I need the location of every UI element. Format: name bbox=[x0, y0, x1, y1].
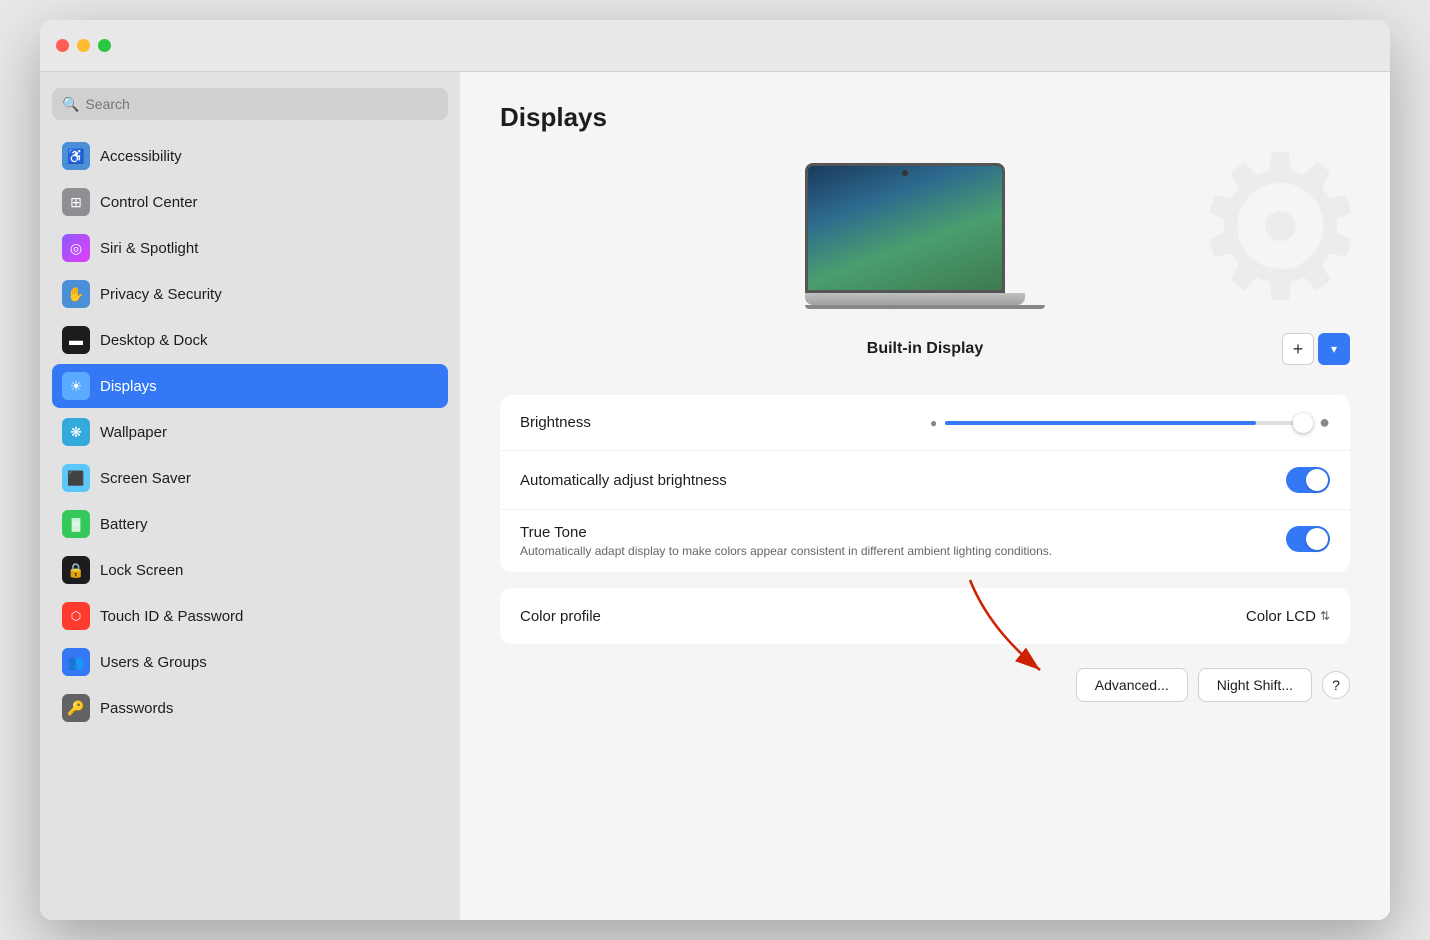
sidebar-item-passwords[interactable]: 🔑 Passwords bbox=[52, 686, 448, 730]
display-label-row: Built-in Display + ▾ bbox=[500, 333, 1350, 365]
sidebar-item-label: Users & Groups bbox=[100, 654, 207, 671]
sidebar-item-label: Passwords bbox=[100, 700, 173, 717]
sidebar-item-label: Displays bbox=[100, 378, 157, 395]
color-profile-label: Color profile bbox=[520, 608, 1246, 625]
color-profile-select[interactable]: Color LCD ⇅ bbox=[1246, 608, 1330, 625]
sidebar-item-label: Control Center bbox=[100, 194, 198, 211]
brightness-high-icon: ● bbox=[1319, 412, 1330, 433]
action-area: Advanced... Night Shift... ? bbox=[500, 660, 1350, 702]
sidebar-item-label: Privacy & Security bbox=[100, 286, 222, 303]
lock-screen-icon: 🔒 bbox=[62, 556, 90, 584]
display-name: Built-in Display bbox=[783, 340, 1066, 358]
macbook-base bbox=[805, 293, 1025, 305]
search-bar[interactable]: 🔍 bbox=[52, 88, 448, 120]
sidebar-item-screen-saver[interactable]: ⬛ Screen Saver bbox=[52, 456, 448, 500]
display-dropdown-button[interactable]: ▾ bbox=[1318, 333, 1350, 365]
true-tone-row: True Tone Automatically adapt display to… bbox=[500, 510, 1350, 572]
main-content: ⚙ Displays Built-in Display + ▾ bbox=[460, 72, 1390, 920]
accessibility-icon: ♿ bbox=[62, 142, 90, 170]
true-tone-label-group: True Tone Automatically adapt display to… bbox=[520, 524, 1286, 558]
touch-id-icon: ⬡ bbox=[62, 602, 90, 630]
sidebar-item-touch-id[interactable]: ⬡ Touch ID & Password bbox=[52, 594, 448, 638]
sidebar-item-privacy-security[interactable]: ✋ Privacy & Security bbox=[52, 272, 448, 316]
auto-brightness-label: Automatically adjust brightness bbox=[520, 472, 1286, 489]
desktop-dock-icon: ▬ bbox=[62, 326, 90, 354]
sidebar-item-control-center[interactable]: ⊞ Control Center bbox=[52, 180, 448, 224]
screen-saver-icon: ⬛ bbox=[62, 464, 90, 492]
sidebar-item-label: Battery bbox=[100, 516, 148, 533]
brightness-slider-container: ● ● bbox=[930, 412, 1330, 433]
display-preview-section: Built-in Display + ▾ bbox=[500, 163, 1350, 365]
help-button[interactable]: ? bbox=[1322, 671, 1350, 699]
sidebar-item-siri-spotlight[interactable]: ◎ Siri & Spotlight bbox=[52, 226, 448, 270]
color-profile-row: Color profile Color LCD ⇅ bbox=[500, 588, 1350, 644]
macbook-preview bbox=[805, 163, 1045, 309]
true-tone-desc: Automatically adapt display to make colo… bbox=[520, 544, 1286, 558]
content-area: 🔍 ♿ Accessibility ⊞ Control Center ◎ bbox=[40, 72, 1390, 920]
color-profile-value: Color LCD bbox=[1246, 608, 1316, 625]
passwords-icon: 🔑 bbox=[62, 694, 90, 722]
add-display-button[interactable]: + bbox=[1282, 333, 1314, 365]
brightness-low-icon: ● bbox=[930, 416, 937, 430]
search-input[interactable] bbox=[85, 96, 438, 112]
title-bar bbox=[40, 20, 1390, 72]
sidebar-item-lock-screen[interactable]: 🔒 Lock Screen bbox=[52, 548, 448, 592]
brightness-card: Brightness ● ● Automatically adjust brig… bbox=[500, 395, 1350, 572]
minimize-button[interactable] bbox=[77, 39, 90, 52]
sidebar-item-wallpaper[interactable]: ❋ Wallpaper bbox=[52, 410, 448, 454]
sidebar-item-label: Lock Screen bbox=[100, 562, 183, 579]
sidebar-item-accessibility[interactable]: ♿ Accessibility bbox=[52, 134, 448, 178]
search-icon: 🔍 bbox=[62, 96, 79, 113]
sidebar-item-displays[interactable]: ☀ Displays bbox=[52, 364, 448, 408]
color-profile-card: Color profile Color LCD ⇅ bbox=[500, 588, 1350, 644]
sidebar: 🔍 ♿ Accessibility ⊞ Control Center ◎ bbox=[40, 72, 460, 920]
control-center-icon: ⊞ bbox=[62, 188, 90, 216]
sidebar-item-label: Desktop & Dock bbox=[100, 332, 208, 349]
night-shift-button[interactable]: Night Shift... bbox=[1198, 668, 1312, 702]
sidebar-item-battery[interactable]: ▓ Battery bbox=[52, 502, 448, 546]
siri-icon: ◎ bbox=[62, 234, 90, 262]
sidebar-item-label: Touch ID & Password bbox=[100, 608, 243, 625]
close-button[interactable] bbox=[56, 39, 69, 52]
users-icon: 👥 bbox=[62, 648, 90, 676]
macbook-screen bbox=[805, 163, 1005, 293]
maximize-button[interactable] bbox=[98, 39, 111, 52]
sidebar-item-label: Screen Saver bbox=[100, 470, 191, 487]
sidebar-item-users-groups[interactable]: 👥 Users & Groups bbox=[52, 640, 448, 684]
brightness-slider-fill bbox=[945, 421, 1256, 425]
brightness-slider-thumb[interactable] bbox=[1293, 413, 1313, 433]
auto-brightness-toggle[interactable] bbox=[1286, 467, 1330, 493]
brightness-label: Brightness bbox=[520, 414, 930, 431]
sidebar-item-desktop-dock[interactable]: ▬ Desktop & Dock bbox=[52, 318, 448, 362]
auto-brightness-row: Automatically adjust brightness bbox=[500, 451, 1350, 510]
macbook-bottom bbox=[805, 305, 1045, 309]
system-settings-window: 🔍 ♿ Accessibility ⊞ Control Center ◎ bbox=[40, 20, 1390, 920]
battery-icon: ▓ bbox=[62, 510, 90, 538]
sidebar-item-label: Accessibility bbox=[100, 148, 182, 165]
brightness-row: Brightness ● ● bbox=[500, 395, 1350, 451]
displays-icon: ☀ bbox=[62, 372, 90, 400]
privacy-icon: ✋ bbox=[62, 280, 90, 308]
page-title: Displays bbox=[500, 102, 1350, 133]
action-row: Advanced... Night Shift... ? bbox=[500, 668, 1350, 702]
wallpaper-icon: ❋ bbox=[62, 418, 90, 446]
sidebar-item-label: Wallpaper bbox=[100, 424, 167, 441]
true-tone-toggle[interactable] bbox=[1286, 526, 1330, 552]
advanced-button[interactable]: Advanced... bbox=[1076, 668, 1188, 702]
true-tone-label: True Tone bbox=[520, 524, 1286, 541]
chevron-icon: ⇅ bbox=[1320, 609, 1330, 623]
brightness-slider[interactable] bbox=[945, 421, 1311, 425]
sidebar-item-label: Siri & Spotlight bbox=[100, 240, 198, 257]
